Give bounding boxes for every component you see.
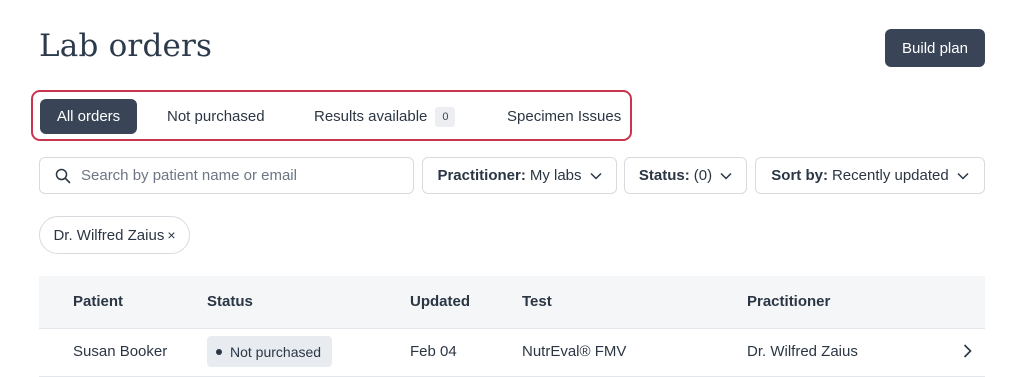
status-dot-icon [216, 348, 222, 355]
patient-name: Susan Booker [73, 343, 168, 360]
order-tabs: All orders Not purchased Results availab… [31, 90, 632, 141]
practitioner-name: Dr. Wilfred Zaius [747, 343, 858, 360]
chevron-down-icon [957, 172, 969, 180]
close-icon[interactable]: × [167, 227, 175, 243]
tab-label: All orders [56, 108, 121, 125]
chevron-right-icon[interactable] [963, 344, 972, 358]
build-plan-button[interactable]: Build plan [885, 29, 985, 67]
page-title: Lab orders [39, 28, 213, 64]
column-header-patient[interactable]: Patient [73, 293, 123, 310]
search-input[interactable] [79, 166, 383, 185]
tab-label: Specimen Issues [507, 108, 622, 125]
status-label: Not purchased [230, 343, 322, 360]
test-name: NutrEval® FMV [522, 343, 627, 360]
dropdown-label: Sort by: [771, 167, 828, 184]
sort-dropdown[interactable]: Sort by: Recently updated [755, 157, 985, 194]
practitioner-filter-dropdown[interactable]: Practitioner: My labs [422, 157, 617, 194]
dropdown-value: My labs [529, 167, 582, 184]
chevron-down-icon [589, 172, 602, 180]
table-header: Patient Status Updated Test Practitioner [39, 276, 985, 329]
search-icon [55, 168, 71, 183]
chip-label: Dr. Wilfred Zaius [53, 226, 165, 244]
search-box[interactable] [39, 157, 414, 194]
dropdown-value: (0) [693, 167, 713, 184]
dropdown-value: Recently updated [831, 167, 949, 184]
dropdown-label: Status: [638, 167, 690, 184]
dropdown-label: Practitioner: [437, 167, 526, 184]
tab-label: Not purchased [167, 108, 265, 125]
tab-specimen-issues[interactable]: Specimen Issues [507, 99, 621, 134]
status-badge: Not purchased [207, 336, 332, 367]
chevron-down-icon [720, 172, 732, 180]
tab-results-available[interactable]: Results available 0 [314, 99, 456, 134]
column-header-updated[interactable]: Updated [410, 293, 470, 310]
practitioner-filter-chip[interactable]: Dr. Wilfred Zaius × [39, 216, 190, 254]
tab-not-purchased[interactable]: Not purchased [167, 99, 265, 134]
results-count-badge: 0 [435, 106, 456, 127]
updated-date: Feb 04 [410, 343, 457, 360]
column-header-test[interactable]: Test [522, 293, 552, 310]
tab-all-orders[interactable]: All orders [40, 99, 137, 134]
tab-label: Results available [314, 108, 428, 125]
column-header-status[interactable]: Status [207, 293, 253, 310]
column-header-practitioner[interactable]: Practitioner [747, 293, 830, 310]
table-row[interactable]: Susan Booker Not purchased Feb 04 NutrEv… [39, 329, 985, 377]
status-filter-dropdown[interactable]: Status: (0) [624, 157, 747, 194]
